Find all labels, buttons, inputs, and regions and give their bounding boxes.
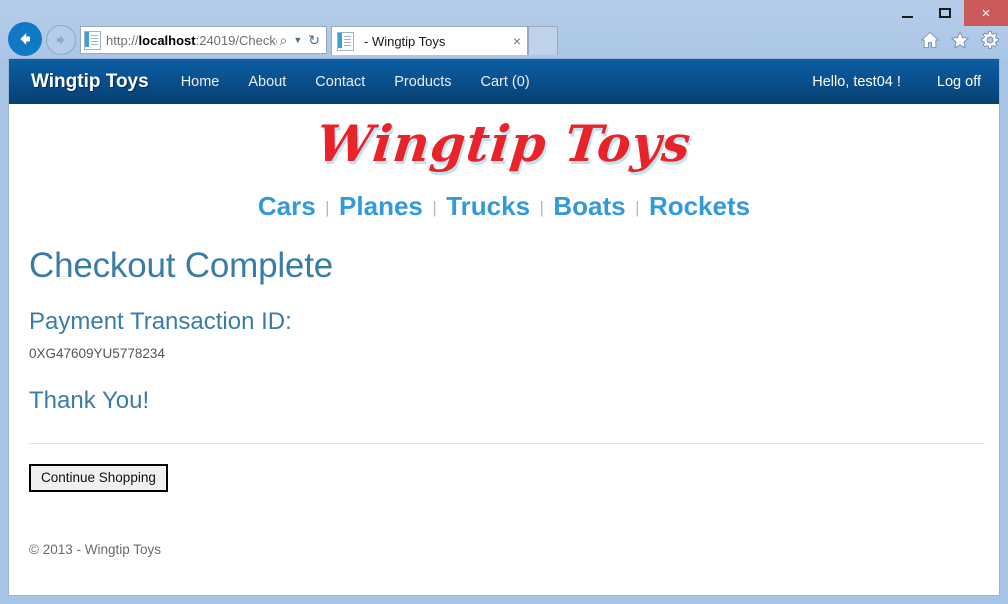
transaction-id-value: 0XG47609YU5778234	[29, 346, 165, 361]
category-link-cars[interactable]: Cars	[258, 191, 316, 221]
category-link-rockets[interactable]: Rockets	[649, 191, 750, 221]
chevron-down-icon[interactable]: ▼	[290, 35, 305, 45]
category-link-trucks[interactable]: Trucks	[446, 191, 530, 221]
settings-gear-icon[interactable]	[980, 30, 1000, 50]
page-document-icon	[84, 30, 101, 50]
transaction-id-label: Payment Transaction ID:	[29, 308, 292, 335]
new-tab-button[interactable]	[528, 26, 558, 55]
home-icon[interactable]	[920, 30, 940, 50]
main-content: Checkout Complete Payment Transaction ID…	[9, 246, 999, 557]
tab-title: - Wingtip Toys	[364, 33, 446, 49]
browser-window: × http://localhost:24019/Checkou ⌕ ▼ ↻ -…	[0, 0, 1008, 604]
browser-tab[interactable]: - Wingtip Toys ×	[331, 26, 528, 55]
minimize-button[interactable]	[888, 0, 926, 26]
address-bar[interactable]: http://localhost:24019/Checkou ⌕ ▼ ↻	[80, 26, 327, 54]
back-button[interactable]	[8, 22, 42, 56]
content-divider	[29, 443, 985, 444]
nav-item-home[interactable]: Home	[181, 74, 220, 90]
category-separator: |	[539, 198, 544, 217]
category-separator: |	[325, 198, 330, 217]
category-links: Cars | Planes | Trucks | Boats | Rockets	[9, 175, 999, 228]
favorites-star-icon[interactable]	[950, 30, 970, 50]
forward-button[interactable]	[46, 25, 76, 55]
maximize-button[interactable]	[926, 0, 964, 26]
category-link-boats[interactable]: Boats	[553, 191, 625, 221]
site-navbar: Wingtip Toys Home About Contact Products…	[9, 59, 999, 104]
minimize-icon	[901, 15, 913, 18]
maximize-icon	[939, 8, 951, 18]
nav-item-about[interactable]: About	[248, 74, 286, 90]
logoff-link[interactable]: Log off	[937, 74, 981, 90]
user-greeting: Hello, test04 !	[812, 73, 901, 90]
tab-page-icon	[337, 31, 354, 51]
nav-item-products[interactable]: Products	[394, 74, 451, 90]
forward-arrow-icon	[57, 35, 65, 45]
thank-you-heading: Thank You!	[29, 387, 150, 414]
url-text: http://localhost:24019/Checkou	[106, 32, 277, 48]
refresh-icon[interactable]: ↻	[305, 33, 323, 47]
category-link-planes[interactable]: Planes	[339, 191, 423, 221]
category-separator: |	[635, 198, 640, 217]
window-controls: ×	[888, 0, 1008, 26]
logo-container: Wingtip Toys	[9, 104, 999, 175]
continue-shopping-button[interactable]: Continue Shopping	[29, 464, 168, 493]
back-arrow-icon	[20, 33, 30, 45]
site-brand[interactable]: Wingtip Toys	[31, 71, 149, 93]
page-title: Checkout Complete	[29, 246, 333, 285]
browser-chrome: × http://localhost:24019/Checkou ⌕ ▼ ↻ -…	[0, 0, 1008, 60]
nav-item-contact[interactable]: Contact	[315, 74, 365, 90]
page-viewport: Wingtip Toys Home About Contact Products…	[8, 58, 1000, 596]
site-logo[interactable]: Wingtip Toys	[314, 114, 694, 173]
category-separator: |	[432, 198, 437, 217]
search-icon[interactable]: ⌕	[277, 33, 291, 47]
footer-copyright: © 2013 - Wingtip Toys	[29, 542, 162, 558]
tab-strip: - Wingtip Toys ×	[331, 26, 558, 55]
nav-item-cart[interactable]: Cart (0)	[481, 74, 530, 90]
tab-close-icon[interactable]: ×	[513, 34, 521, 48]
close-button[interactable]: ×	[964, 0, 1008, 26]
browser-toolbar-icons	[920, 30, 1000, 50]
